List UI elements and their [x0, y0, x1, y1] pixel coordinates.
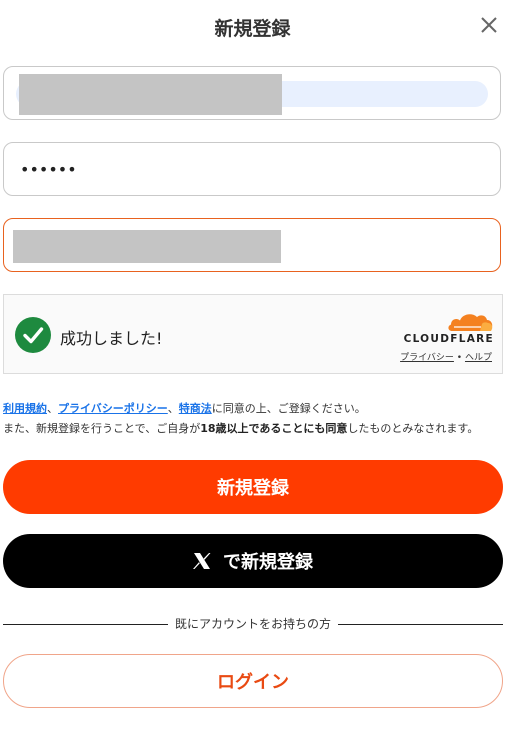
x-register-button-label: で新規登録 [223, 552, 313, 573]
success-check-icon [15, 317, 51, 353]
page-title: 新規登録 [214, 18, 291, 40]
close-icon[interactable] [478, 14, 500, 36]
cloudflare-turnstile: 成功しました! CLOUDFLARE プライバシー • ヘルプ [3, 294, 503, 374]
redacted-value [13, 230, 281, 263]
login-divider: 既にアカウントをお持ちの方 [3, 614, 503, 634]
login-button-label: ログイン [217, 672, 289, 693]
terms-line-1-text: に同意の上、ご登録ください。 [211, 402, 366, 415]
login-button[interactable]: ログイン [3, 654, 503, 708]
modal-header: 新規登録 [0, 0, 505, 56]
cloudflare-links: プライバシー • ヘルプ [400, 350, 492, 363]
terms-notice: 利用規約、プライバシーポリシー、特商法に同意の上、ご登録ください。 また、新規登… [3, 399, 518, 439]
terms-separator: 、 [167, 402, 179, 415]
commercial-law-link[interactable]: 特商法 [179, 402, 212, 415]
turnstile-status-text: 成功しました! [60, 329, 163, 348]
divider-line-right [338, 624, 503, 625]
cf-link-separator: • [456, 353, 463, 363]
cf-help-link[interactable]: ヘルプ [465, 353, 492, 363]
cloudflare-logo-icon [448, 314, 493, 331]
terms-line-2-text: また、新規登録を行うことで、ご自身が [3, 422, 201, 435]
age-consent-text: 18歳以上であることにも同意 [200, 422, 348, 435]
cloudflare-wordmark: CLOUDFLARE [403, 333, 494, 345]
email-field[interactable] [3, 66, 501, 120]
terms-line-2-tail: したものとみなされます。 [347, 422, 479, 435]
cf-privacy-link[interactable]: プライバシー [400, 353, 454, 363]
terms-of-use-link[interactable]: 利用規約 [3, 402, 47, 415]
x-register-button[interactable]: で新規登録 [3, 534, 503, 588]
password-input[interactable] [4, 143, 500, 195]
privacy-policy-link[interactable]: プライバシーポリシー [58, 402, 168, 415]
nickname-field[interactable] [3, 218, 501, 272]
terms-line-2: また、新規登録を行うことで、ご自身が18歳以上であることにも同意したものとみなさ… [3, 419, 518, 439]
redacted-value [19, 74, 282, 115]
register-button-label: 新規登録 [217, 478, 289, 499]
password-field[interactable] [3, 142, 501, 196]
terms-separator: 、 [47, 402, 58, 415]
terms-line-1: 利用規約、プライバシーポリシー、特商法に同意の上、ご登録ください。 [3, 399, 518, 419]
register-button[interactable]: 新規登録 [3, 460, 503, 514]
x-logo-icon [193, 553, 211, 569]
